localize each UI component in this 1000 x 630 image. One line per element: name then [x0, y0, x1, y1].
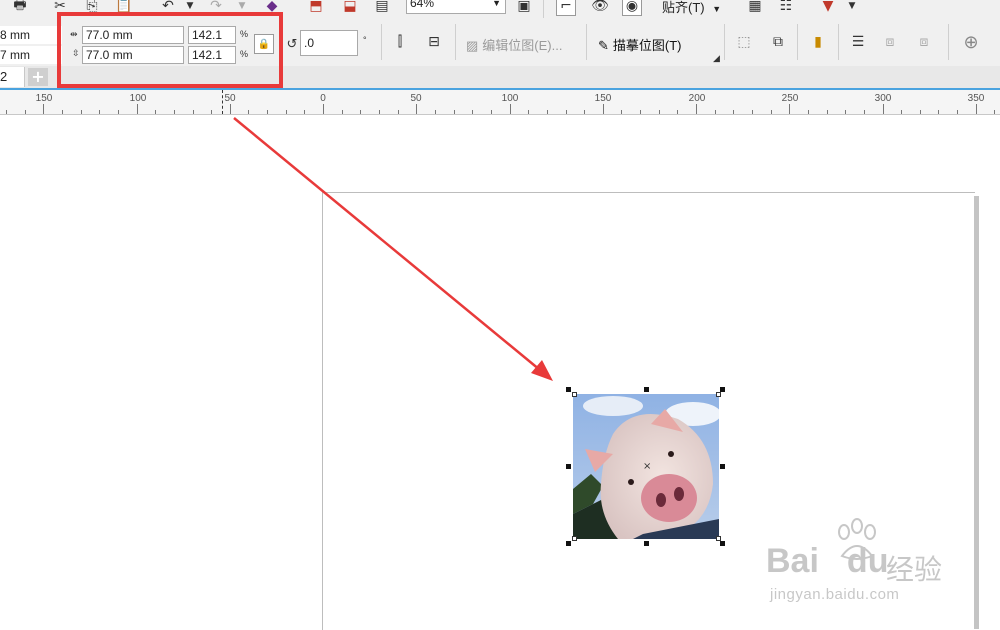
arrow-shaft — [233, 117, 541, 371]
watermark: Bai du 经验 jingyan.baidu.com — [762, 518, 952, 608]
watermark-brand: Bai du — [766, 542, 888, 581]
watermark-brand-part1: Bai — [766, 542, 819, 580]
arrow-head — [531, 360, 553, 381]
watermark-url: jingyan.baidu.com — [770, 586, 900, 603]
watermark-brand-part2: du — [846, 542, 889, 580]
watermark-jingyan: 经验 — [886, 553, 943, 586]
